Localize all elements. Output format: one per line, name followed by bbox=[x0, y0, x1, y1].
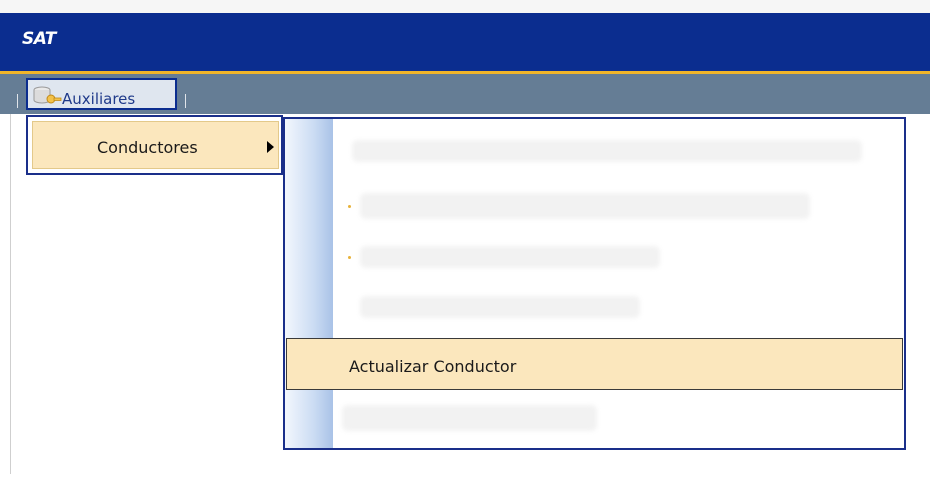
content-left-edge bbox=[10, 114, 11, 474]
redacted-menu-mark bbox=[348, 205, 351, 208]
menu-separator bbox=[185, 94, 186, 108]
redacted-menu-item bbox=[360, 193, 810, 219]
redacted-menu-item bbox=[352, 140, 862, 162]
conductores-submenu bbox=[283, 117, 906, 450]
menu-auxiliares[interactable]: Auxiliares bbox=[26, 78, 177, 110]
redacted-menu-item bbox=[360, 296, 640, 318]
app-logo: SAT bbox=[22, 29, 56, 49]
menu-item-conductores-label: Conductores bbox=[97, 138, 198, 157]
menu-item-actualizar-conductor[interactable]: Actualizar Conductor bbox=[286, 338, 903, 390]
database-key-icon bbox=[33, 86, 62, 104]
redacted-menu-mark bbox=[348, 256, 351, 259]
redacted-menu-item bbox=[360, 246, 660, 268]
redacted-menu-item bbox=[342, 405, 597, 431]
app-header: SAT bbox=[0, 13, 930, 71]
auxiliares-dropdown: Conductores bbox=[26, 115, 283, 175]
menu-item-conductores[interactable]: Conductores bbox=[32, 121, 279, 169]
top-strip bbox=[0, 0, 930, 13]
menu-item-actualizar-conductor-label: Actualizar Conductor bbox=[349, 357, 517, 376]
submenu-icon-gutter bbox=[285, 119, 333, 448]
menu-separator bbox=[17, 94, 18, 108]
menu-auxiliares-label: Auxiliares bbox=[62, 90, 136, 108]
submenu-arrow-icon bbox=[267, 141, 274, 153]
